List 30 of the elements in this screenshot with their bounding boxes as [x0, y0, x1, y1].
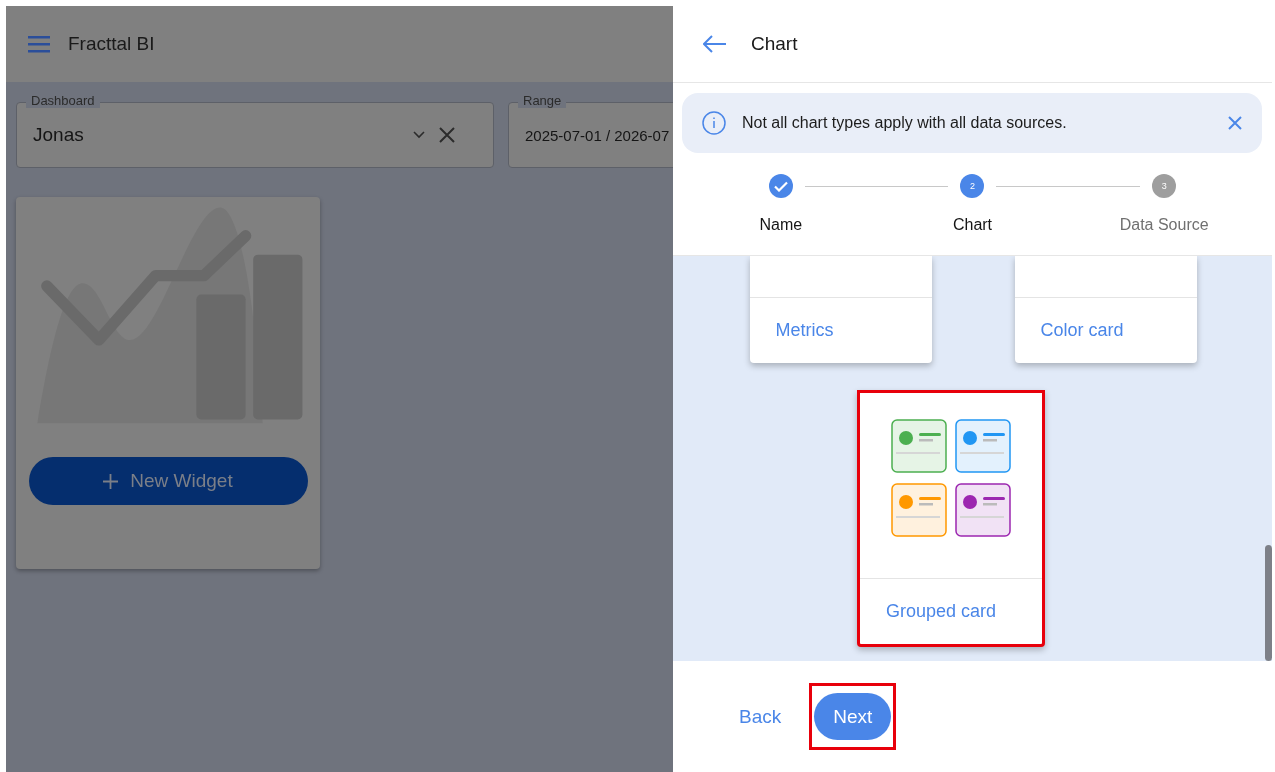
- step-label: Name: [759, 216, 803, 234]
- close-icon[interactable]: [1228, 116, 1242, 130]
- back-arrow-icon[interactable]: [703, 35, 727, 53]
- chart-type-label: Grouped card: [885, 600, 998, 623]
- back-button[interactable]: Back: [731, 699, 790, 734]
- check-icon: [773, 180, 788, 192]
- clear-icon[interactable]: [439, 127, 455, 143]
- chart-type-card[interactable]: Color card: [1014, 256, 1197, 363]
- drawer-title: Chart: [751, 33, 798, 55]
- chart-type-card[interactable]: Grouped card: [857, 390, 1045, 647]
- scrollbar-thumb[interactable]: [1265, 545, 1272, 661]
- field-label: Range: [518, 93, 567, 108]
- step-label: Data Source: [1119, 216, 1209, 234]
- chart-type-card[interactable]: Metrics: [749, 256, 932, 363]
- app-title: Fracttal BI: [68, 33, 155, 55]
- menu-icon[interactable]: [28, 35, 50, 53]
- field-value: 2025-07-01 / 2026-07: [525, 126, 671, 144]
- field-label: Dashboard: [26, 93, 100, 108]
- step-number: 3: [1161, 181, 1167, 191]
- step-number: 2: [969, 181, 975, 191]
- step-label: Chart: [952, 216, 993, 234]
- chart-type-label: Metrics: [774, 319, 835, 342]
- new-widget-button[interactable]: New Widget: [28, 457, 308, 505]
- alert-message: Not all chart types apply with all data sources.: [742, 114, 1068, 132]
- chart-type-label: Color card: [1039, 319, 1125, 342]
- plus-icon: [103, 473, 119, 489]
- info-icon: [702, 111, 726, 135]
- chevron-down-icon[interactable]: [413, 131, 425, 139]
- next-button[interactable]: Next: [814, 693, 892, 740]
- field-value: Jonas: [33, 124, 85, 146]
